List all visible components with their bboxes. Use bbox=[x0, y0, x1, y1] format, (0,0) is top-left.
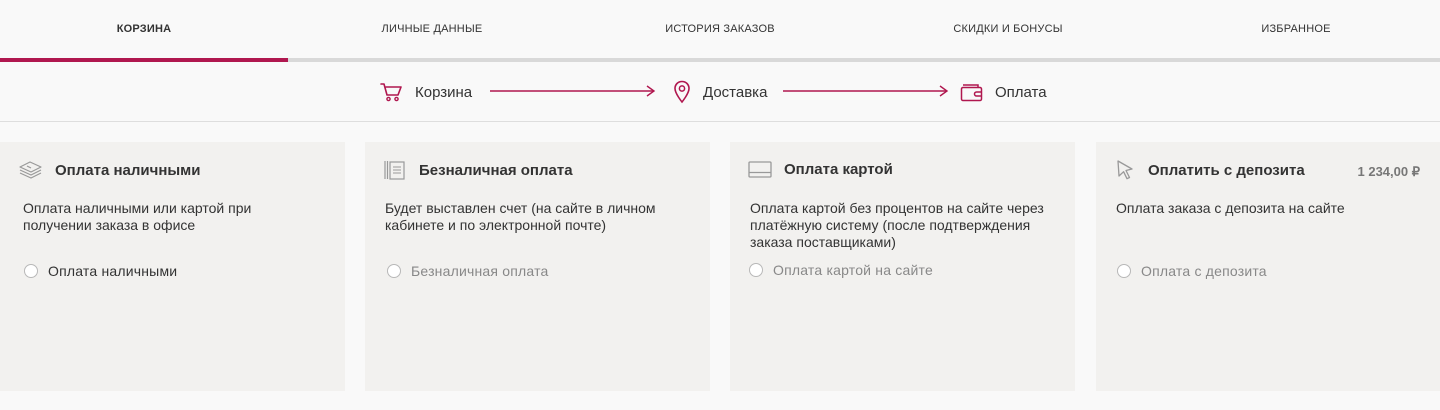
step-arrow-icon bbox=[490, 85, 656, 97]
radio-button[interactable] bbox=[749, 263, 763, 277]
card-title: Безналичная оплата bbox=[419, 161, 573, 179]
radio-label: Оплата наличными bbox=[48, 263, 178, 279]
radio-option-deposit[interactable]: Оплата с депозита bbox=[1117, 263, 1267, 279]
card-header: Оплата наличными bbox=[18, 159, 327, 181]
account-tabs: КОРЗИНА ЛИЧНЫЕ ДАННЫЕ ИСТОРИЯ ЗАКАЗОВ СК… bbox=[0, 0, 1440, 62]
tab-cart[interactable]: КОРЗИНА bbox=[0, 0, 288, 62]
tab-personal-data[interactable]: ЛИЧНЫЕ ДАННЫЕ bbox=[288, 0, 576, 62]
card-icon bbox=[748, 161, 772, 178]
card-header: Оплата картой bbox=[748, 159, 1057, 179]
radio-label: Оплата с депозита bbox=[1141, 263, 1267, 279]
step-label: Корзина bbox=[415, 83, 473, 101]
step-label: Оплата bbox=[995, 83, 1047, 101]
radio-button[interactable] bbox=[387, 264, 401, 278]
card-title: Оплата наличными bbox=[55, 161, 201, 179]
radio-button[interactable] bbox=[24, 264, 38, 278]
tab-discounts-bonuses[interactable]: СКИДКИ И БОНУСЫ bbox=[864, 0, 1152, 62]
payment-card-noncash[interactable]: Безналичная оплата Будет выставлен счет … bbox=[365, 142, 710, 391]
tab-favorites[interactable]: ИЗБРАННОЕ bbox=[1152, 0, 1440, 62]
card-title: Оплата картой bbox=[784, 160, 893, 178]
payment-card-cash[interactable]: Оплата наличными Оплата наличными или ка… bbox=[0, 142, 345, 391]
invoice-icon bbox=[384, 161, 405, 180]
radio-option-card[interactable]: Оплата картой на сайте bbox=[749, 262, 933, 278]
card-description: Оплата заказа с депозита на сайте bbox=[1116, 200, 1345, 216]
cart-icon bbox=[380, 83, 402, 102]
cash-stack-icon bbox=[19, 161, 42, 179]
payment-card-deposit[interactable]: Оплатить с депозита 1 234,00 ₽ Оплата за… bbox=[1096, 142, 1440, 391]
radio-label: Безналичная оплата bbox=[411, 263, 549, 279]
step-arrow-icon bbox=[783, 85, 949, 97]
card-title: Оплатить с депозита bbox=[1148, 161, 1305, 179]
step-delivery[interactable]: Доставка bbox=[673, 62, 767, 122]
wallet-icon bbox=[960, 84, 983, 102]
checkout-steps: Корзина Доставка Оплата bbox=[0, 62, 1440, 122]
tab-order-history[interactable]: ИСТОРИЯ ЗАКАЗОВ bbox=[576, 0, 864, 62]
card-description: Оплата наличными или картой при получени… bbox=[23, 200, 252, 233]
radio-option-noncash[interactable]: Безналичная оплата bbox=[387, 263, 549, 279]
payment-card-card[interactable]: Оплата картой Оплата картой без проценто… bbox=[730, 142, 1075, 391]
step-payment[interactable]: Оплата bbox=[960, 62, 1047, 122]
card-description: Будет выставлен счет (на сайте в личном … bbox=[385, 200, 656, 233]
step-cart[interactable]: Корзина bbox=[380, 62, 472, 122]
cursor-icon bbox=[1117, 160, 1133, 180]
location-pin-icon bbox=[674, 80, 690, 104]
card-header: Безналичная оплата bbox=[383, 159, 692, 181]
radio-button[interactable] bbox=[1117, 264, 1131, 278]
radio-option-cash[interactable]: Оплата наличными bbox=[24, 263, 177, 279]
deposit-balance: 1 234,00 ₽ bbox=[1357, 164, 1421, 179]
radio-label: Оплата картой на сайте bbox=[773, 262, 933, 278]
step-label: Доставка bbox=[703, 83, 768, 101]
card-description: Оплата картой без процентов на сайте чер… bbox=[750, 200, 1044, 250]
